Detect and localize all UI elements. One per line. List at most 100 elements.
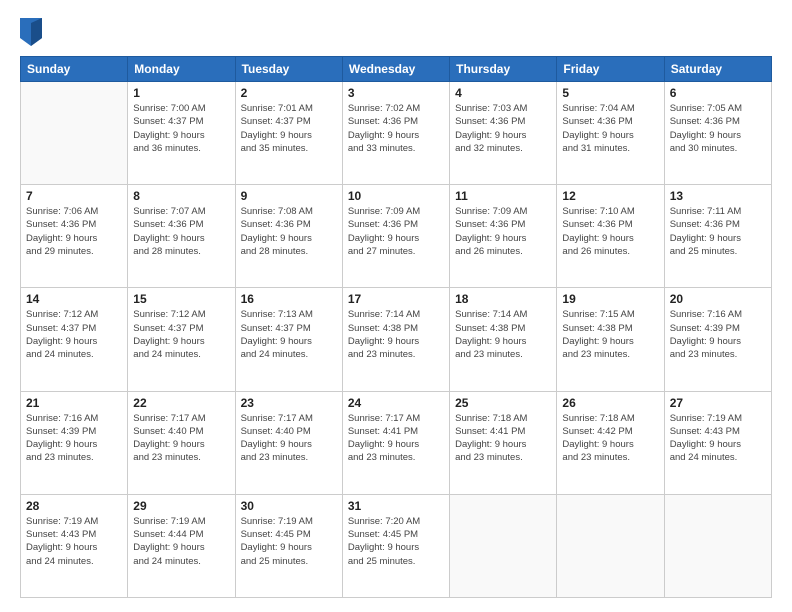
day-number: 6 [670,86,766,100]
day-info: Sunrise: 7:11 AMSunset: 4:36 PMDaylight:… [670,205,766,258]
calendar-table: SundayMondayTuesdayWednesdayThursdayFrid… [20,56,772,598]
calendar-cell [450,494,557,597]
calendar-cell: 16Sunrise: 7:13 AMSunset: 4:37 PMDayligh… [235,288,342,391]
calendar-cell: 18 Sunrise: 7:14 AMSunset: 4:38 PMDayligh… [450,288,557,391]
day-number: 21 [26,396,122,410]
calendar-day-header: Friday [557,57,664,82]
calendar-cell: 28 Sunrise: 7:19 AMSunset: 4:43 PMDayligh… [21,494,128,597]
day-info: Sunrise: 7:12 AMSunset: 4:37 PMDaylight:… [133,308,229,361]
day-info: Sunrise: 7:16 AMSunset: 4:39 PMDaylight:… [670,308,766,361]
calendar-cell: 15 Sunrise: 7:12 AMSunset: 4:37 PMDayligh… [128,288,235,391]
day-number: 4 [455,86,551,100]
day-info: Sunrise: 7:09 AMSunset: 4:36 PMDaylight:… [455,205,551,258]
day-number: 14 [26,292,122,306]
day-info: Sunrise: 7:06 AMSunset: 4:36 PMDaylight:… [26,205,122,258]
calendar-cell: 4 Sunrise: 7:03 AMSunset: 4:36 PMDaylight… [450,82,557,185]
calendar-day-header: Wednesday [342,57,449,82]
calendar-cell: 31 Sunrise: 7:20 AMSunset: 4:45 PMDayligh… [342,494,449,597]
day-info: Sunrise: 7:14 AMSunset: 4:38 PMDaylight:… [348,308,444,361]
day-info: Sunrise: 7:20 AMSunset: 4:45 PMDaylight:… [348,515,444,568]
day-info: Sunrise: 7:05 AMSunset: 4:36 PMDaylight:… [670,102,766,155]
day-number: 18 [455,292,551,306]
day-info: Sunrise: 7:14 AMSunset: 4:38 PMDaylight:… [455,308,551,361]
day-info: Sunrise: 7:01 AMSunset: 4:37 PMDaylight:… [241,102,337,155]
day-number: 26 [562,396,658,410]
day-number: 16 [241,292,337,306]
calendar-cell: 14 Sunrise: 7:12 AMSunset: 4:37 PMDayligh… [21,288,128,391]
day-number: 28 [26,499,122,513]
day-number: 9 [241,189,337,203]
day-number: 8 [133,189,229,203]
day-number: 29 [133,499,229,513]
day-info: Sunrise: 7:16 AMSunset: 4:39 PMDaylight:… [26,412,122,465]
calendar-cell: 3 Sunrise: 7:02 AMSunset: 4:36 PMDaylight… [342,82,449,185]
calendar-cell: 2 Sunrise: 7:01 AMSunset: 4:37 PMDaylight… [235,82,342,185]
day-info: Sunrise: 7:19 AMSunset: 4:43 PMDaylight:… [670,412,766,465]
day-number: 23 [241,396,337,410]
calendar-cell: 8 Sunrise: 7:07 AMSunset: 4:36 PMDaylight… [128,185,235,288]
day-info: Sunrise: 7:17 AMSunset: 4:40 PMDaylight:… [133,412,229,465]
day-number: 24 [348,396,444,410]
day-number: 11 [455,189,551,203]
calendar-cell [21,82,128,185]
calendar-day-header: Saturday [664,57,771,82]
calendar-cell: 17Sunrise: 7:14 AMSunset: 4:38 PMDayligh… [342,288,449,391]
day-number: 30 [241,499,337,513]
day-number: 1 [133,86,229,100]
calendar-cell: 10 Sunrise: 7:09 AMSunset: 4:36 PMDayligh… [342,185,449,288]
calendar-cell: 19Sunrise: 7:15 AMSunset: 4:38 PMDayligh… [557,288,664,391]
day-info: Sunrise: 7:03 AMSunset: 4:36 PMDaylight:… [455,102,551,155]
calendar-cell: 7Sunrise: 7:06 AMSunset: 4:36 PMDaylight… [21,185,128,288]
day-number: 13 [670,189,766,203]
logo-icon [20,18,42,46]
day-number: 12 [562,189,658,203]
day-number: 10 [348,189,444,203]
day-info: Sunrise: 7:18 AMSunset: 4:41 PMDaylight:… [455,412,551,465]
calendar-cell: 26Sunrise: 7:18 AMSunset: 4:42 PMDayligh… [557,391,664,494]
day-info: Sunrise: 7:15 AMSunset: 4:38 PMDaylight:… [562,308,658,361]
day-info: Sunrise: 7:19 AMSunset: 4:43 PMDaylight:… [26,515,122,568]
day-info: Sunrise: 7:10 AMSunset: 4:36 PMDaylight:… [562,205,658,258]
calendar-cell: 20 Sunrise: 7:16 AMSunset: 4:39 PMDayligh… [664,288,771,391]
day-info: Sunrise: 7:12 AMSunset: 4:37 PMDaylight:… [26,308,122,361]
day-info: Sunrise: 7:09 AMSunset: 4:36 PMDaylight:… [348,205,444,258]
calendar-cell: 25 Sunrise: 7:18 AMSunset: 4:41 PMDayligh… [450,391,557,494]
day-number: 20 [670,292,766,306]
calendar-cell: 6 Sunrise: 7:05 AMSunset: 4:36 PMDaylight… [664,82,771,185]
day-number: 3 [348,86,444,100]
calendar-week-row: 21 Sunrise: 7:16 AMSunset: 4:39 PMDayligh… [21,391,772,494]
calendar-cell: 12 Sunrise: 7:10 AMSunset: 4:36 PMDayligh… [557,185,664,288]
day-info: Sunrise: 7:02 AMSunset: 4:36 PMDaylight:… [348,102,444,155]
logo [20,18,46,46]
day-number: 22 [133,396,229,410]
day-number: 15 [133,292,229,306]
calendar-cell: 24Sunrise: 7:17 AMSunset: 4:41 PMDayligh… [342,391,449,494]
day-number: 27 [670,396,766,410]
day-number: 2 [241,86,337,100]
day-info: Sunrise: 7:17 AMSunset: 4:40 PMDaylight:… [241,412,337,465]
calendar-cell: 1Sunrise: 7:00 AMSunset: 4:37 PMDaylight… [128,82,235,185]
day-number: 5 [562,86,658,100]
calendar-cell [557,494,664,597]
calendar-week-row: 28 Sunrise: 7:19 AMSunset: 4:43 PMDayligh… [21,494,772,597]
calendar-cell: 13 Sunrise: 7:11 AMSunset: 4:36 PMDayligh… [664,185,771,288]
calendar-day-header: Sunday [21,57,128,82]
calendar-cell: 11 Sunrise: 7:09 AMSunset: 4:36 PMDayligh… [450,185,557,288]
day-info: Sunrise: 7:04 AMSunset: 4:36 PMDaylight:… [562,102,658,155]
day-info: Sunrise: 7:19 AMSunset: 4:44 PMDaylight:… [133,515,229,568]
day-number: 31 [348,499,444,513]
day-info: Sunrise: 7:19 AMSunset: 4:45 PMDaylight:… [241,515,337,568]
header [20,18,772,46]
calendar-day-header: Tuesday [235,57,342,82]
calendar-day-header: Thursday [450,57,557,82]
calendar-cell: 5 Sunrise: 7:04 AMSunset: 4:36 PMDaylight… [557,82,664,185]
calendar-cell [664,494,771,597]
day-number: 25 [455,396,551,410]
calendar-cell: 9Sunrise: 7:08 AMSunset: 4:36 PMDaylight… [235,185,342,288]
calendar-cell: 23 Sunrise: 7:17 AMSunset: 4:40 PMDayligh… [235,391,342,494]
calendar-cell: 29 Sunrise: 7:19 AMSunset: 4:44 PMDayligh… [128,494,235,597]
calendar-week-row: 1Sunrise: 7:00 AMSunset: 4:37 PMDaylight… [21,82,772,185]
calendar-week-row: 7Sunrise: 7:06 AMSunset: 4:36 PMDaylight… [21,185,772,288]
calendar-cell: 27 Sunrise: 7:19 AMSunset: 4:43 PMDayligh… [664,391,771,494]
day-info: Sunrise: 7:07 AMSunset: 4:36 PMDaylight:… [133,205,229,258]
